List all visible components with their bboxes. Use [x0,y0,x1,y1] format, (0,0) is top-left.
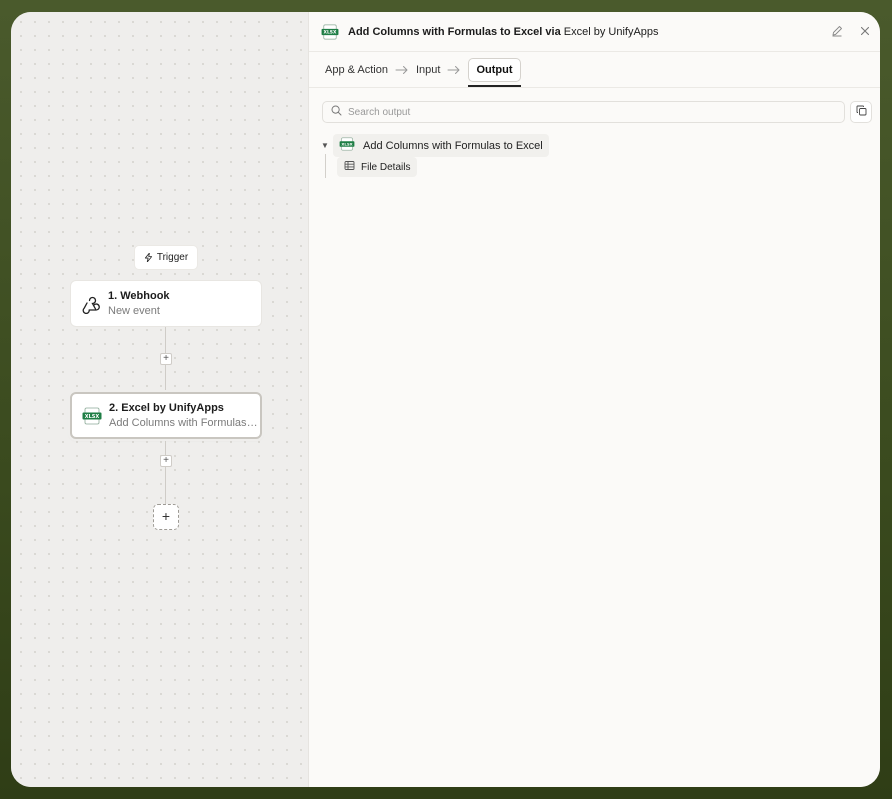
panel-title: Add Columns with Formulas to Excel via E… [348,26,659,38]
add-step-button[interactable]: + [153,504,179,530]
output-field-file-details[interactable]: File Details [337,157,418,177]
caret-down-icon[interactable]: ▼ [321,141,333,150]
tab-app-action[interactable]: App & Action [325,58,388,82]
output-search-row [322,101,872,123]
xlsx-icon: XLSX [321,24,339,40]
copy-icon [856,103,867,121]
node-subtitle: Add Columns with Formulas to Excel [109,417,259,429]
search-box [322,101,845,123]
insert-step-button[interactable]: + [160,455,172,467]
connector-line [165,327,166,355]
lightning-icon [144,253,152,262]
copy-button[interactable] [850,101,872,123]
node-title: 1. Webhook [108,290,170,302]
insert-step-button[interactable]: + [160,353,172,365]
workflow-step-excel[interactable]: XLSX 2. Excel by UnifyApps Add Columns w… [70,392,262,439]
xlsx-icon: XLSX [339,137,355,154]
connector-line [165,467,166,504]
svg-text:XLSX: XLSX [85,413,100,419]
search-input[interactable] [348,106,844,118]
panel-title-app: Excel by UnifyApps [563,25,659,38]
close-icon[interactable] [858,24,872,38]
panel-title-via: via [545,25,561,38]
svg-text:XLSX: XLSX [341,141,352,146]
panel-title-action: Add Columns with Formulas to Excel [348,25,543,38]
svg-text:XLSX: XLSX [324,29,337,35]
step-tabs: App & Action Input Output [309,52,880,88]
workflow-canvas[interactable]: Trigger 1. Webhook New event + XLSX 2. E… [11,12,308,787]
tab-input[interactable]: Input [416,58,440,82]
app-window: Trigger 1. Webhook New event + XLSX 2. E… [11,12,880,787]
trigger-label[interactable]: Trigger [134,245,198,270]
tree-guide-line [325,154,326,178]
panel-header: XLSX Add Columns with Formulas to Excel … [309,12,880,52]
output-root-chip[interactable]: XLSX Add Columns with Formulas to Excel [333,134,549,157]
xlsx-icon: XLSX [81,405,103,427]
connector-line [165,441,166,455]
output-root-label: Add Columns with Formulas to Excel [363,139,543,152]
workflow-step-webhook[interactable]: 1. Webhook New event [70,280,262,327]
node-title: 2. Excel by UnifyApps [109,402,224,414]
search-icon [331,103,342,121]
table-icon [344,160,355,174]
arrow-right-icon [440,65,468,75]
connector-line [165,365,166,393]
edit-icon[interactable] [830,24,844,38]
tab-output[interactable]: Output [468,57,521,87]
output-field-label: File Details [361,161,411,173]
node-subtitle: New event [108,305,160,317]
webhook-icon [80,293,102,315]
step-details-panel: XLSX Add Columns with Formulas to Excel … [308,12,880,787]
trigger-text: Trigger [156,252,189,263]
output-tree-root[interactable]: ▼ XLSX Add Columns with Formulas to Exce… [321,134,549,157]
arrow-right-icon [388,65,416,75]
